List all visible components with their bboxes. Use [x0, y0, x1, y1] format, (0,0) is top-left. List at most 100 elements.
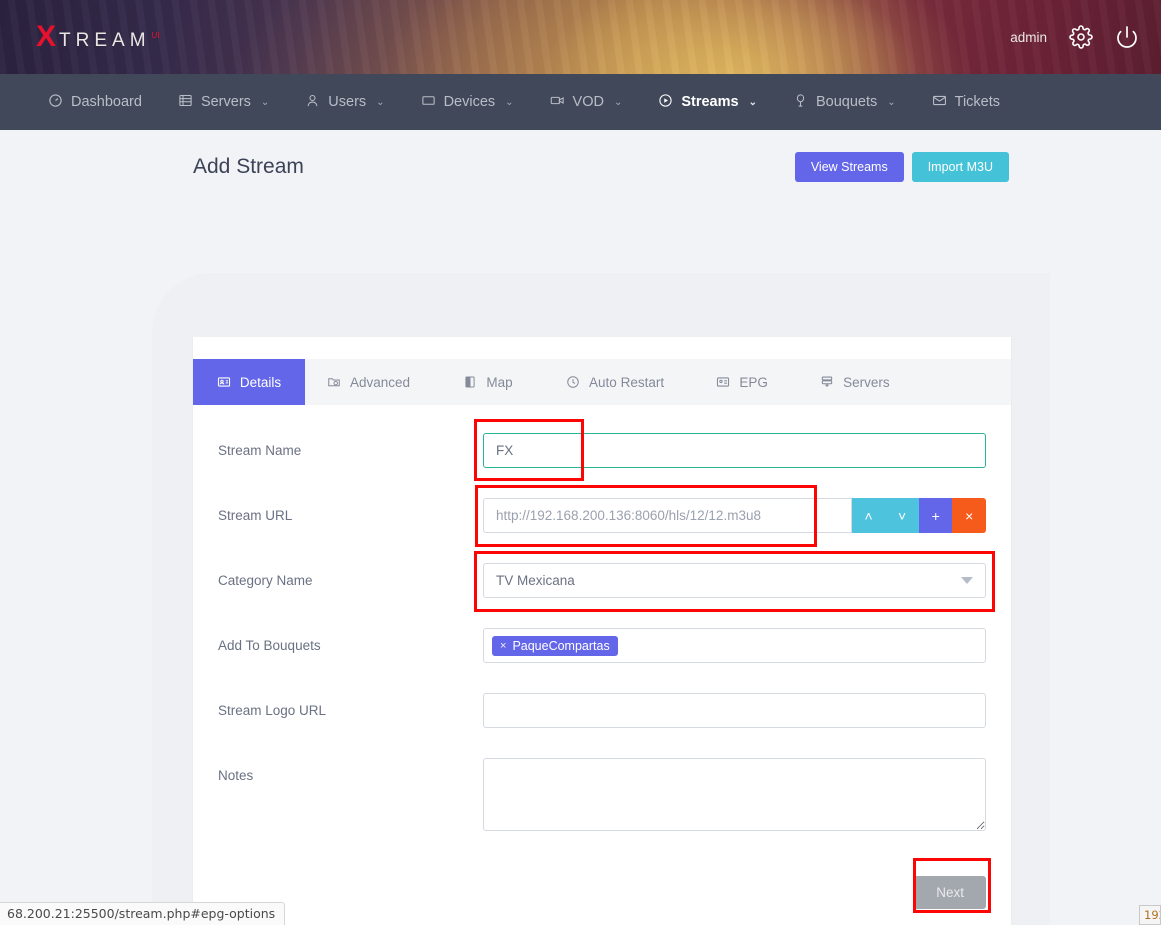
nav-item-users[interactable]: Users ⌄ [287, 74, 402, 130]
tab-details[interactable]: Details [193, 359, 305, 405]
chevron-down-icon: ⌄ [749, 97, 757, 108]
page-header: Add Stream View Streams Import M3U [0, 130, 1161, 182]
chevron-down-icon: ⌄ [376, 97, 384, 108]
nav-item-vod[interactable]: VOD ⌄ [532, 74, 641, 130]
form-row-add-to-bouquets: Add To Bouquets × PaqueCompartas [218, 628, 986, 663]
epg-icon [716, 375, 730, 389]
bouquets-tag-input[interactable]: × PaqueCompartas [483, 628, 986, 663]
video-icon [550, 93, 565, 112]
page-body: Add Stream View Streams Import M3U Detai… [0, 130, 1161, 925]
id-card-icon [217, 375, 231, 389]
nav-label: Tickets [955, 94, 1000, 110]
content-panel-backdrop: Details Advanced [152, 273, 1050, 925]
dashboard-icon [48, 93, 63, 112]
category-name-field: TV Mexicana [483, 563, 986, 598]
header-user-area: admin [1010, 0, 1139, 74]
import-m3u-button[interactable]: Import M3U [912, 152, 1009, 182]
stream-logo-url-input[interactable] [483, 693, 986, 728]
nav-item-bouquets[interactable]: Bouquets ⌄ [775, 74, 914, 130]
tab-label: Map [486, 375, 512, 390]
chevron-down-icon [961, 577, 973, 584]
notes-field [483, 758, 986, 836]
form-row-notes: Notes [218, 758, 986, 836]
map-icon [463, 375, 477, 389]
add-stream-card: Details Advanced [193, 337, 1011, 925]
category-name-value: TV Mexicana [496, 573, 575, 588]
view-streams-button[interactable]: View Streams [795, 152, 904, 182]
tab-label: EPG [739, 375, 768, 390]
nav-label: Bouquets [816, 94, 877, 110]
stream-name-label: Stream Name [218, 433, 483, 458]
move-url-up-button[interactable]: ˄ [852, 498, 886, 533]
form-tabs: Details Advanced [193, 359, 1011, 405]
stream-logo-url-field [483, 693, 986, 728]
browser-corner-hint: 192 [1139, 905, 1161, 925]
clock-icon [566, 375, 580, 389]
move-url-down-button[interactable]: ˅ [885, 498, 919, 533]
form-actions: Next [193, 866, 1011, 909]
username-label: admin [1010, 30, 1047, 45]
stream-url-field: ˄ ˅ + × [483, 498, 986, 533]
nav-label: Dashboard [71, 94, 142, 110]
nav-label: Devices [444, 94, 496, 110]
nav-item-dashboard[interactable]: Dashboard [30, 74, 160, 130]
bouquet-icon [793, 93, 808, 112]
close-icon[interactable]: × [500, 640, 506, 652]
gear-icon[interactable] [1069, 25, 1093, 49]
nav-item-tickets[interactable]: Tickets [914, 74, 1018, 130]
logo-x-mark: X [36, 22, 56, 52]
chevron-down-icon: ⌄ [505, 97, 513, 108]
bouquet-tag-label: PaqueCompartas [512, 639, 609, 653]
chevron-down-icon: ⌄ [261, 97, 269, 108]
category-name-select[interactable]: TV Mexicana [483, 563, 986, 598]
tab-advanced[interactable]: Advanced [305, 359, 432, 405]
nav-label: Streams [681, 94, 738, 110]
chevron-down-icon: ⌄ [887, 97, 895, 108]
app-logo[interactable]: X TREAM UI [36, 22, 160, 52]
nav-item-devices[interactable]: Devices ⌄ [403, 74, 532, 130]
bouquet-tag[interactable]: × PaqueCompartas [492, 636, 618, 656]
chevron-down-icon: ⌄ [614, 97, 622, 108]
notes-label: Notes [218, 758, 483, 783]
app-header: X TREAM UI admin [0, 0, 1161, 74]
logo-wordmark: TREAM [59, 31, 151, 50]
device-icon [421, 93, 436, 112]
stream-logo-url-label: Stream Logo URL [218, 693, 483, 718]
form-row-stream-logo-url: Stream Logo URL [218, 693, 986, 728]
nav-item-streams[interactable]: Streams ⌄ [640, 74, 775, 130]
next-button[interactable]: Next [914, 876, 986, 909]
user-icon [305, 93, 320, 112]
tab-label: Advanced [350, 375, 410, 390]
tab-auto-restart[interactable]: Auto Restart [544, 359, 686, 405]
main-navigation: Dashboard Servers ⌄ Users ⌄ Devices ⌄ [0, 74, 1161, 130]
server-icon [178, 93, 193, 112]
tab-epg[interactable]: EPG [686, 359, 798, 405]
tab-servers[interactable]: Servers [798, 359, 912, 405]
servers-icon [820, 375, 834, 389]
logo-superscript: UI [152, 31, 160, 40]
page-title: Add Stream [193, 155, 304, 179]
nav-label: Users [328, 94, 366, 110]
notes-textarea[interactable] [483, 758, 986, 831]
form-row-stream-name: Stream Name [218, 433, 986, 468]
stream-name-field [483, 433, 986, 468]
nav-label: Servers [201, 94, 251, 110]
stream-name-input[interactable] [483, 433, 986, 468]
category-name-label: Category Name [218, 563, 483, 588]
tab-map[interactable]: Map [432, 359, 544, 405]
form-row-stream-url: Stream URL ˄ ˅ + × [218, 498, 986, 533]
nav-item-servers[interactable]: Servers ⌄ [160, 74, 287, 130]
tab-label: Auto Restart [589, 375, 664, 390]
add-to-bouquets-label: Add To Bouquets [218, 628, 483, 653]
remove-url-button[interactable]: × [952, 498, 986, 533]
power-icon[interactable] [1115, 25, 1139, 49]
stream-url-input[interactable] [483, 498, 852, 533]
mail-icon [932, 93, 947, 112]
page-header-actions: View Streams Import M3U [795, 152, 1009, 182]
settings-folder-icon [327, 375, 341, 389]
browser-status-bar: 68.200.21:25500/stream.php#epg-options [0, 902, 285, 925]
add-url-button[interactable]: + [919, 498, 953, 533]
stream-url-label: Stream URL [218, 498, 483, 523]
add-to-bouquets-field: × PaqueCompartas [483, 628, 986, 663]
stream-url-input-group: ˄ ˅ + × [483, 498, 986, 533]
